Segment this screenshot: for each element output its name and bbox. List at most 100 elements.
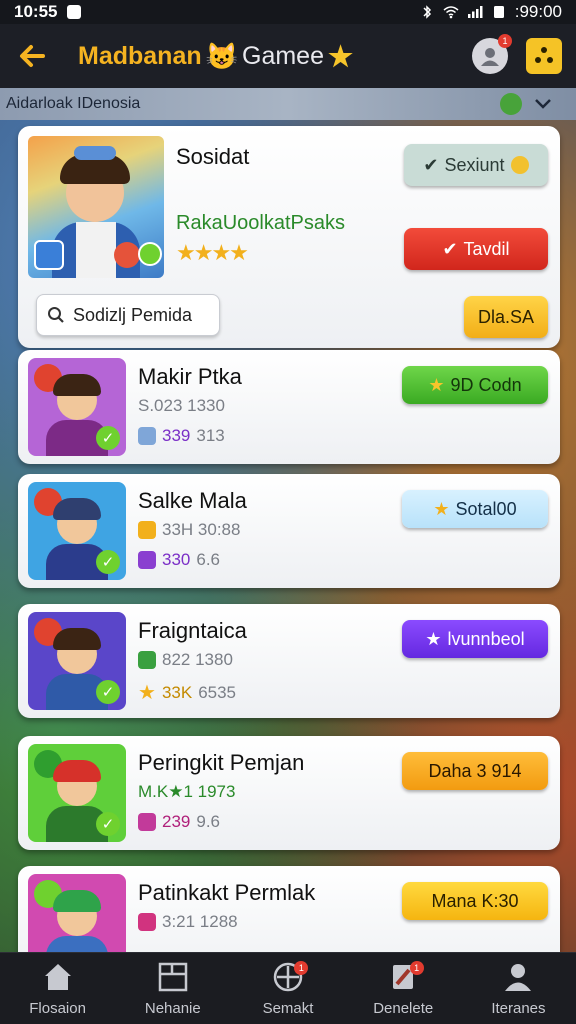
star-icon: ★ [428,374,445,395]
game-stat-highlight: 339 [162,426,191,445]
search-placeholder: Sodizlj Pemida [73,304,193,325]
status-icons: :99:00 [419,2,562,22]
region-bar[interactable]: Aidarloak IDenosia [0,88,576,120]
nav-label: Semakt [262,1000,314,1017]
row-action-button[interactable]: ★ lvunnbeol [402,620,548,658]
featured-game-subtitle: RakaUoolkatPsaks [176,212,345,234]
bluetooth-icon [423,5,431,19]
grid-icon [535,47,553,63]
check-icon: ✓ [96,812,120,836]
game-thumbnail: ✓ [28,482,126,580]
app-title-part2: Gamee [242,41,324,70]
app-header: Madbanan 😺 Gamee ★ 1 [0,24,576,88]
notification-badge: 1 [409,961,424,975]
mascot-icon: 😺 [205,40,238,71]
row-action-label: lvunnbeol [447,628,525,649]
status-button[interactable]: ✔ Sexiunt [404,144,548,186]
nav-item-tags[interactable]: 1 Denelete [346,953,461,1024]
notification-badge: 1 [294,961,309,975]
game-stat-secondary: 313 [196,426,225,445]
game-row[interactable]: ✓ Peringkit Pemjan M.K★1 1973 239 9.6 Da… [18,736,560,850]
game-stat-highlight: 330 [162,550,191,569]
featured-rating-stars: ★★★★ [176,240,249,265]
search-input[interactable]: Sodizlj Pemida [36,294,220,336]
back-button[interactable] [14,38,50,74]
check-icon: ✔ [442,238,458,259]
check-icon: ✓ [96,426,120,450]
status-bar: 10:55 :99:00 [0,0,576,24]
game-row[interactable]: ✓ Fraigntaica 822 1380 ★ 33K 6535 ★ lvun… [18,604,560,718]
row-action-button[interactable]: Daha 3 914 [402,752,548,790]
game-stat-primary: 3:21 1288 [162,912,238,931]
row-action-label: Daha 3 914 [428,760,522,781]
globe-icon [500,93,522,115]
nav-item-home[interactable]: Flosaion [0,953,115,1024]
battery-icon [493,6,504,18]
action-button-label: Tavdil [463,238,510,259]
check-icon: ✓ [96,680,120,704]
row-action-label: 9D Codn [450,374,522,395]
nav-label: Denelete [373,1000,434,1017]
game-row[interactable]: ✓ Salke Mala 33H 30:88 330 6.6 ★ Sotal00 [18,474,560,588]
star-icon: ★ [138,682,156,704]
row-action-button[interactable]: ★ 9D Codn [402,366,548,404]
game-thumbnail: ✓ [28,744,126,842]
secondary-button-label: Dla.SA [477,306,535,327]
bottom-navigation: Flosaion Nehanie 1 Semakt 1 Denelete Ite… [0,952,576,1024]
game-stat-primary: M.K★1 1973 [138,782,236,801]
nav-label: Iteranes [491,1000,546,1017]
game-name: Salke Mala [138,488,247,513]
featured-game-image [28,136,164,278]
user-icon [505,964,532,991]
check-icon: ✓ [96,550,120,574]
featured-game-card[interactable]: Sosidat RakaUoolkatPsaks ★★★★ ✔ Sexiunt … [18,126,560,348]
game-name: Makir Ptka [138,364,242,389]
signal-icon [467,6,483,18]
game-name: Peringkit Pemjan [138,750,305,775]
region-label: Aidarloak IDenosia [6,95,141,112]
status-right-text: :99:00 [514,2,562,21]
row-action-label: Mana K:30 [431,890,519,911]
chevron-down-icon[interactable] [534,98,552,110]
arrow-left-icon [20,45,45,67]
wifi-icon [443,6,459,19]
star-icon: ★ [425,628,442,649]
check-icon: ✔ [423,154,439,175]
game-stat-highlight: 239 [162,812,191,831]
tag-icon [138,913,156,931]
star-icon: ★ [433,498,450,519]
status-button-label: Sexiunt [444,154,505,175]
menu-grid-button[interactable] [526,38,562,74]
notification-icon [67,5,82,19]
search-icon [48,307,64,323]
game-stat-primary: S.023 1330 [138,396,225,415]
game-thumbnail: ✓ [28,612,126,710]
notification-badge: 1 [498,34,512,48]
game-stat-secondary: 9.6 [196,812,221,831]
row-action-button[interactable]: Mana K:30 [402,882,548,920]
gem-icon [138,427,156,445]
profile-button[interactable]: 1 [472,34,512,74]
app-title-part1: Madbanan [78,41,202,70]
board-icon [158,962,188,992]
game-name: Patinkakt Permlak [138,880,316,905]
secondary-button[interactable]: Dla.SA [464,296,548,338]
status-time: 10:55 [14,2,58,21]
game-stat-primary: 822 1380 [162,650,233,669]
action-button[interactable]: ✔ Tavdil [404,228,548,270]
nav-item-search[interactable]: 1 Semakt [230,953,345,1024]
game-stat-secondary: 6.6 [196,550,221,569]
featured-game-name: Sosidat [176,144,250,169]
game-name: Fraigntaica [138,618,247,643]
row-action-button[interactable]: ★ Sotal00 [402,490,548,528]
user-avatar-icon [481,48,499,66]
game-row[interactable]: ✓ Makir Ptka S.023 1330 339 313 ★ 9D Cod… [18,350,560,464]
nav-label: Flosaion [29,1000,86,1017]
nav-item-profile[interactable]: Iteranes [461,953,576,1024]
house-icon [138,651,156,669]
gem-icon [138,551,156,569]
star-icon: ★ [327,40,354,72]
game-stat-highlight: 33K [161,682,193,702]
nav-item-board[interactable]: Nehanie [115,953,230,1024]
row-action-label: Sotal00 [455,498,517,519]
